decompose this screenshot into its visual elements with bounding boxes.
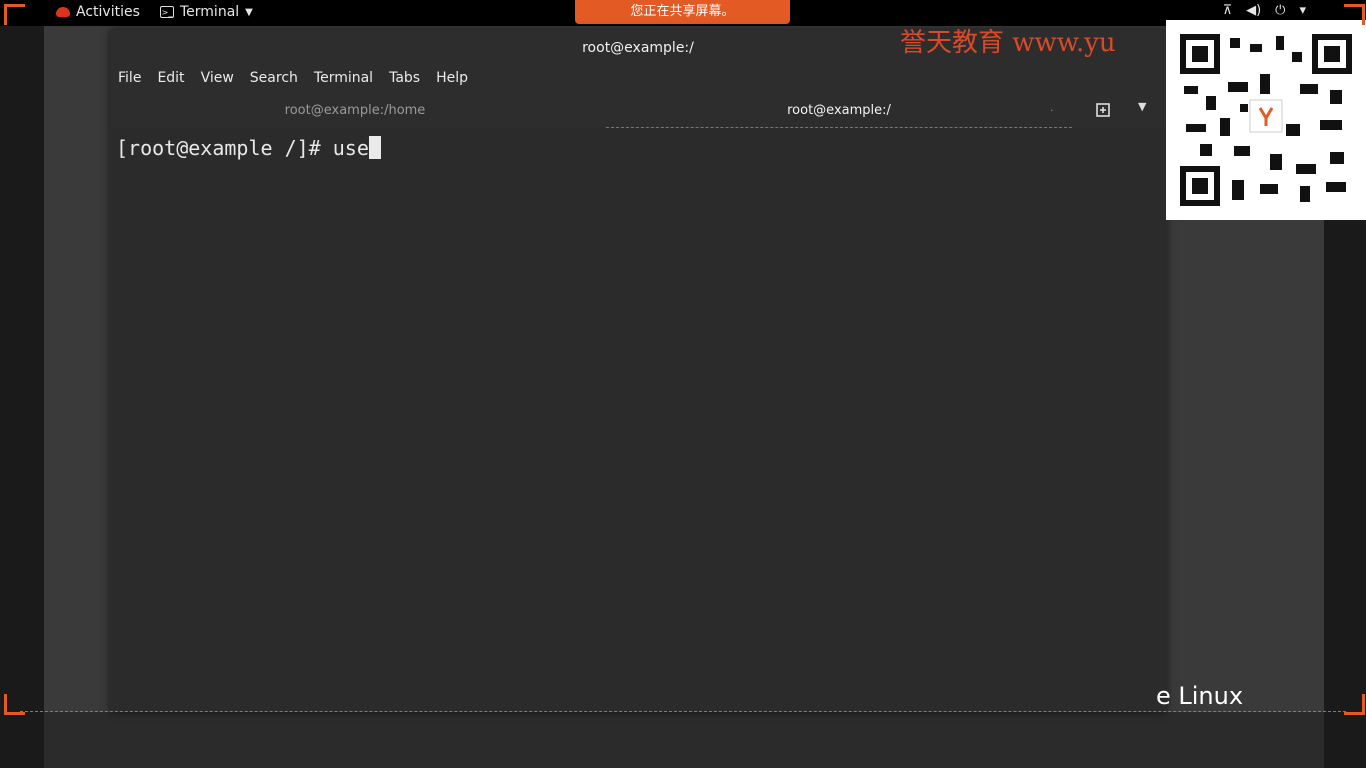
app-menu[interactable]: >_ Terminal ▼ <box>160 4 253 20</box>
terminal-window[interactable]: root@example:/ File Edit View Search Ter… <box>110 30 1166 712</box>
tab-home[interactable]: root@example:/home <box>110 94 600 128</box>
selection-line <box>20 711 1346 712</box>
tab-root[interactable]: root@example:/ <box>606 94 1072 128</box>
selection-corner <box>1344 4 1365 25</box>
tab-menu-button[interactable]: ▼ <box>1138 100 1146 113</box>
menu-tabs[interactable]: Tabs <box>389 66 428 94</box>
redhat-logo-icon <box>56 7 70 17</box>
menu-search[interactable]: Search <box>250 66 306 94</box>
menu-bar: File Edit View Search Terminal Tabs Help <box>110 66 1166 94</box>
activities-label: Activities <box>76 4 140 20</box>
selection-corner <box>4 4 25 25</box>
power-icon[interactable]: ⏻ <box>1275 3 1285 18</box>
screen-share-banner[interactable]: 您正在共享屏幕。 <box>575 0 790 24</box>
volume-icon[interactable]: ◀) <box>1246 3 1261 18</box>
network-icon[interactable]: ⊼ <box>1223 3 1233 18</box>
new-tab-button[interactable] <box>1094 101 1112 119</box>
typed-command: use <box>332 136 369 160</box>
system-tray[interactable]: ⊼ ◀) ⏻ ▾ <box>1223 3 1306 18</box>
chevron-down-icon[interactable]: ▾ <box>1299 3 1306 18</box>
tab-bar: root@example:/home root@example:/ · ▼ <box>110 94 1166 128</box>
desktop-linux-text: e Linux <box>1156 682 1244 710</box>
command-line[interactable]: [root@example /]# use <box>116 136 381 160</box>
menu-terminal[interactable]: Terminal <box>314 66 381 94</box>
qr-code-icon <box>1180 34 1352 206</box>
app-menu-label: Terminal <box>180 4 240 20</box>
selection-corner <box>1344 694 1365 715</box>
bottom-border <box>44 712 1324 768</box>
shell-prompt: [root@example /]# <box>116 136 333 160</box>
menu-view[interactable]: View <box>201 66 242 94</box>
menu-file[interactable]: File <box>118 66 149 94</box>
activities-button[interactable]: Activities <box>56 4 140 20</box>
tab-close-icon[interactable]: · <box>1050 94 1054 128</box>
menu-edit[interactable]: Edit <box>157 66 192 94</box>
chevron-down-icon: ▼ <box>245 6 253 18</box>
terminal-output[interactable]: [root@example /]# use <box>110 128 1166 712</box>
new-tab-icon <box>1096 103 1110 117</box>
menu-help[interactable]: Help <box>436 66 476 94</box>
qr-code <box>1166 20 1366 220</box>
text-cursor <box>368 136 381 159</box>
watermark-text: 誉天教育 www.yu <box>900 28 1116 58</box>
left-border <box>0 26 44 768</box>
terminal-icon: >_ <box>160 6 174 18</box>
